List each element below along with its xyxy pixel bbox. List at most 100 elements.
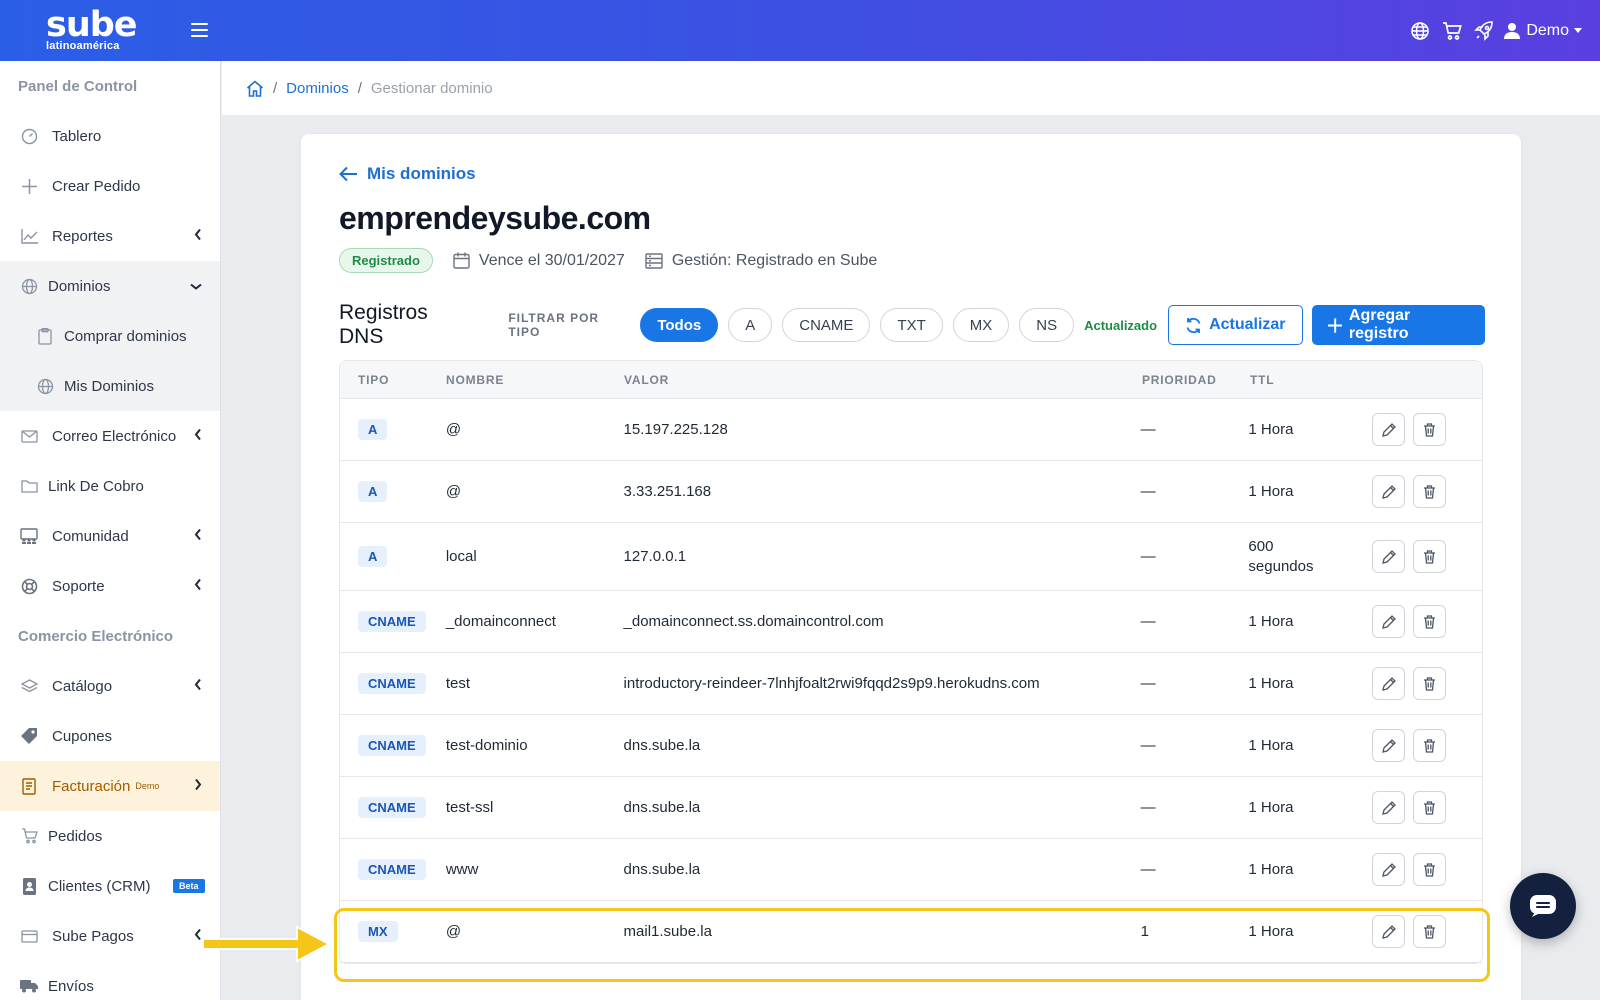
chevron-left-icon: [194, 528, 202, 545]
expiry-info: Vence el 30/01/2027: [453, 252, 625, 270]
record-name: _domainconnect: [445, 613, 556, 630]
invoice-icon: [20, 777, 38, 795]
delete-button[interactable]: [1413, 605, 1447, 638]
column-tipo: TIPO: [358, 372, 390, 387]
sidebar-item-mis-dominios[interactable]: Mis Dominios: [0, 361, 220, 411]
logo[interactable]: sube latinoamérica: [46, 8, 138, 53]
delete-button[interactable]: [1413, 475, 1447, 508]
record-ttl-cell: 1 Hora: [1248, 799, 1372, 816]
page-title: emprendeysube.com: [339, 200, 651, 236]
edit-button[interactable]: [1372, 540, 1406, 573]
rocket-icon[interactable]: [1468, 15, 1500, 47]
sidebar-item-facturacion[interactable]: Facturación Demo: [0, 761, 220, 811]
domain-meta: Registrado Vence el 30/01/2027 Gestión: …: [339, 248, 897, 273]
record-type-badge: A: [358, 481, 388, 502]
row-actions: [1372, 540, 1482, 573]
edit-button[interactable]: [1372, 605, 1406, 638]
sidebar-item-soporte[interactable]: Soporte: [0, 561, 220, 611]
back-to-domains-link[interactable]: Mis dominios: [339, 164, 476, 184]
delete-button[interactable]: [1413, 729, 1447, 762]
record-ttl: 1 Hora: [1248, 799, 1294, 816]
record-priority: —: [1140, 483, 1156, 500]
record-ttl-cell: 1 Hora: [1248, 613, 1372, 630]
edit-button[interactable]: [1372, 729, 1406, 762]
column-prioridad: PRIORIDAD: [1142, 372, 1217, 387]
edit-button[interactable]: [1372, 413, 1406, 446]
delete-button[interactable]: [1413, 413, 1447, 446]
sidebar-item-cupones[interactable]: Cupones: [0, 711, 220, 761]
edit-button[interactable]: [1372, 475, 1406, 508]
trash-icon: [1424, 422, 1436, 437]
trash-icon: [1424, 676, 1436, 691]
add-record-label: Agregar registro: [1348, 307, 1411, 342]
record-priority-cell: —: [1141, 421, 1249, 438]
plus-icon: [20, 177, 38, 195]
sidebar-item-link-cobro[interactable]: Link De Cobro: [0, 461, 220, 511]
record-ttl: 600 segundos: [1248, 537, 1314, 575]
record-type-badge: CNAME: [358, 859, 426, 880]
sidebar-item-correo[interactable]: Correo Electrónico: [0, 411, 220, 461]
sidebar-item-catalogo[interactable]: Catálogo: [0, 661, 220, 711]
dns-toolbar: Registros DNS FILTRAR POR TIPO Todos A C…: [339, 301, 1485, 348]
add-record-button[interactable]: Agregar registro: [1311, 305, 1485, 345]
pencil-icon: [1381, 422, 1396, 437]
sidebar-item-crear-pedido[interactable]: Crear Pedido: [0, 161, 220, 211]
breadcrumb: / Dominios / Gestionar dominio: [222, 61, 1600, 115]
filter-ns[interactable]: NS: [1019, 308, 1075, 342]
filter-todos[interactable]: Todos: [640, 308, 719, 342]
sidebar-item-dominios[interactable]: Dominios: [0, 261, 220, 311]
record-name: test-dominio: [445, 737, 528, 754]
sidebar-item-clientes[interactable]: Clientes (CRM) Beta: [0, 861, 220, 911]
sidebar-item-comprar-dominios[interactable]: Comprar dominios: [0, 311, 220, 361]
edit-button[interactable]: [1372, 667, 1406, 700]
menu-toggle-icon[interactable]: [191, 23, 208, 37]
filter-a[interactable]: A: [728, 308, 773, 342]
filter-txt[interactable]: TXT: [880, 308, 943, 342]
delete-button[interactable]: [1413, 540, 1447, 573]
gauge-icon: [20, 127, 38, 145]
sidebar-item-label: Pedidos: [48, 827, 103, 845]
record-ttl: 1 Hora: [1248, 483, 1294, 500]
breadcrumb-dominios[interactable]: Dominios: [286, 80, 349, 97]
record-ttl: 1 Hora: [1248, 421, 1294, 438]
row-actions: [1372, 667, 1482, 700]
delete-button[interactable]: [1413, 853, 1447, 886]
globe-icon[interactable]: [1404, 15, 1436, 47]
sidebar-item-label: Cupones: [52, 727, 113, 745]
delete-button[interactable]: [1413, 791, 1447, 824]
sidebar-item-tablero[interactable]: Tablero: [0, 111, 220, 161]
record-priority-cell: —: [1141, 799, 1249, 816]
column-ttl: TTL: [1250, 372, 1275, 387]
record-type-badge: CNAME: [358, 735, 426, 756]
record-type-badge-cell: CNAME: [340, 673, 446, 694]
sidebar-item-label: Envíos: [48, 977, 94, 995]
sidebar-item-pedidos[interactable]: Pedidos: [0, 811, 220, 861]
cart-icon[interactable]: [1436, 15, 1468, 47]
record-ttl: 1 Hora: [1248, 675, 1294, 692]
filter-mx[interactable]: MX: [952, 308, 1010, 342]
edit-button[interactable]: [1372, 853, 1406, 886]
truck-icon: [20, 977, 38, 995]
refresh-button[interactable]: Actualizar: [1168, 305, 1303, 345]
sidebar-item-envios[interactable]: Envíos: [0, 961, 220, 1000]
trash-icon: [1424, 738, 1436, 753]
edit-button[interactable]: [1372, 791, 1406, 824]
home-icon[interactable]: [246, 79, 264, 97]
record-priority: —: [1140, 421, 1156, 438]
chat-button[interactable]: [1510, 873, 1576, 939]
sidebar-item-sube-pagos[interactable]: Sube Pagos: [0, 911, 220, 961]
filter-cname[interactable]: CNAME: [782, 308, 871, 342]
user-menu[interactable]: Demo: [1504, 22, 1582, 40]
sidebar-item-label: Dominios: [48, 277, 111, 295]
delete-button[interactable]: [1413, 667, 1447, 700]
trash-icon: [1424, 484, 1436, 499]
record-type-badge-cell: A: [340, 481, 446, 502]
record-name-cell: local: [446, 548, 624, 565]
column-valor: VALOR: [624, 372, 670, 387]
row-actions: [1372, 853, 1482, 886]
record-priority-cell: —: [1141, 861, 1249, 878]
record-type-badge-cell: A: [340, 419, 446, 440]
sidebar-item-comunidad[interactable]: Comunidad: [0, 511, 220, 561]
globe-icon: [36, 377, 54, 395]
sidebar-item-reportes[interactable]: Reportes: [0, 211, 220, 261]
